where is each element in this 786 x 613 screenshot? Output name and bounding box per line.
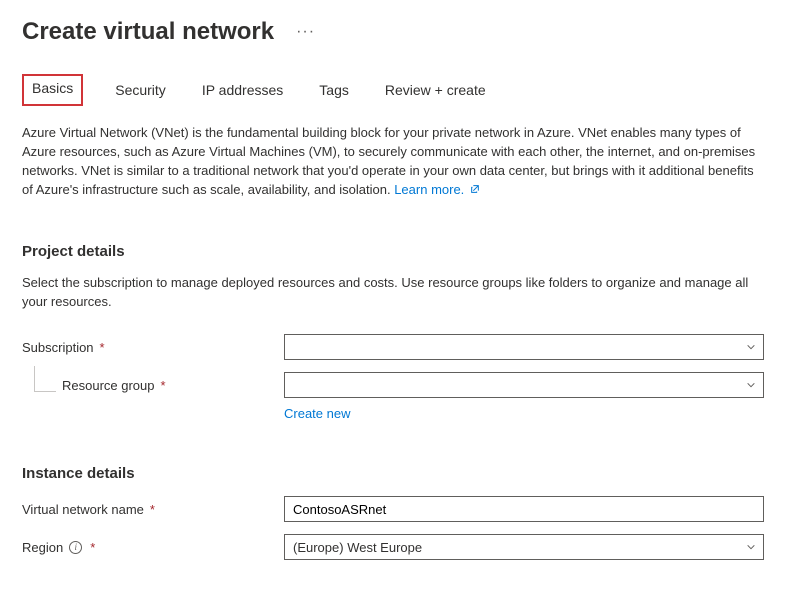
virtual-network-name-input[interactable]	[284, 496, 764, 522]
learn-more-label: Learn more.	[394, 182, 464, 197]
tab-basics[interactable]: Basics	[22, 74, 83, 106]
region-label-text: Region	[22, 540, 63, 555]
create-new-row: Create new	[284, 406, 764, 421]
region-select[interactable]: (Europe) West Europe	[284, 534, 764, 560]
external-link-icon	[470, 184, 480, 194]
resource-group-field: Resource group *	[22, 372, 764, 398]
subscription-field: Subscription *	[22, 334, 764, 360]
region-value: (Europe) West Europe	[293, 540, 422, 555]
region-label: Region i *	[22, 540, 284, 555]
virtual-network-name-field: Virtual network name *	[22, 496, 764, 522]
create-new-link[interactable]: Create new	[284, 406, 350, 421]
virtual-network-name-label: Virtual network name *	[22, 502, 284, 517]
required-star: *	[100, 340, 105, 355]
project-details-heading: Project details	[22, 243, 764, 260]
required-star: *	[90, 540, 95, 555]
intro-text: Azure Virtual Network (VNet) is the fund…	[22, 124, 762, 199]
required-star: *	[161, 378, 166, 393]
intro-body: Azure Virtual Network (VNet) is the fund…	[22, 125, 755, 197]
tabs-bar: Basics Security IP addresses Tags Review…	[22, 74, 764, 106]
resource-group-select[interactable]	[284, 372, 764, 398]
indent-line	[34, 366, 56, 392]
tab-review-create[interactable]: Review + create	[381, 74, 490, 106]
instance-details-heading: Instance details	[22, 465, 764, 482]
tab-tags[interactable]: Tags	[315, 74, 353, 106]
info-icon[interactable]: i	[69, 541, 82, 554]
resource-group-label: Resource group *	[22, 378, 284, 393]
required-star: *	[150, 502, 155, 517]
tab-security[interactable]: Security	[111, 74, 170, 106]
page-title: Create virtual network	[22, 18, 274, 46]
resource-group-label-text: Resource group	[62, 378, 155, 393]
learn-more-link[interactable]: Learn more.	[394, 182, 480, 197]
subscription-select[interactable]	[284, 334, 764, 360]
subscription-label-text: Subscription	[22, 340, 94, 355]
virtual-network-name-label-text: Virtual network name	[22, 502, 144, 517]
page-header: Create virtual network ···	[22, 18, 764, 46]
project-details-description: Select the subscription to manage deploy…	[22, 274, 762, 312]
subscription-label: Subscription *	[22, 340, 284, 355]
tab-ip-addresses[interactable]: IP addresses	[198, 74, 287, 106]
region-field: Region i * (Europe) West Europe	[22, 534, 764, 560]
more-button[interactable]: ···	[290, 23, 321, 41]
